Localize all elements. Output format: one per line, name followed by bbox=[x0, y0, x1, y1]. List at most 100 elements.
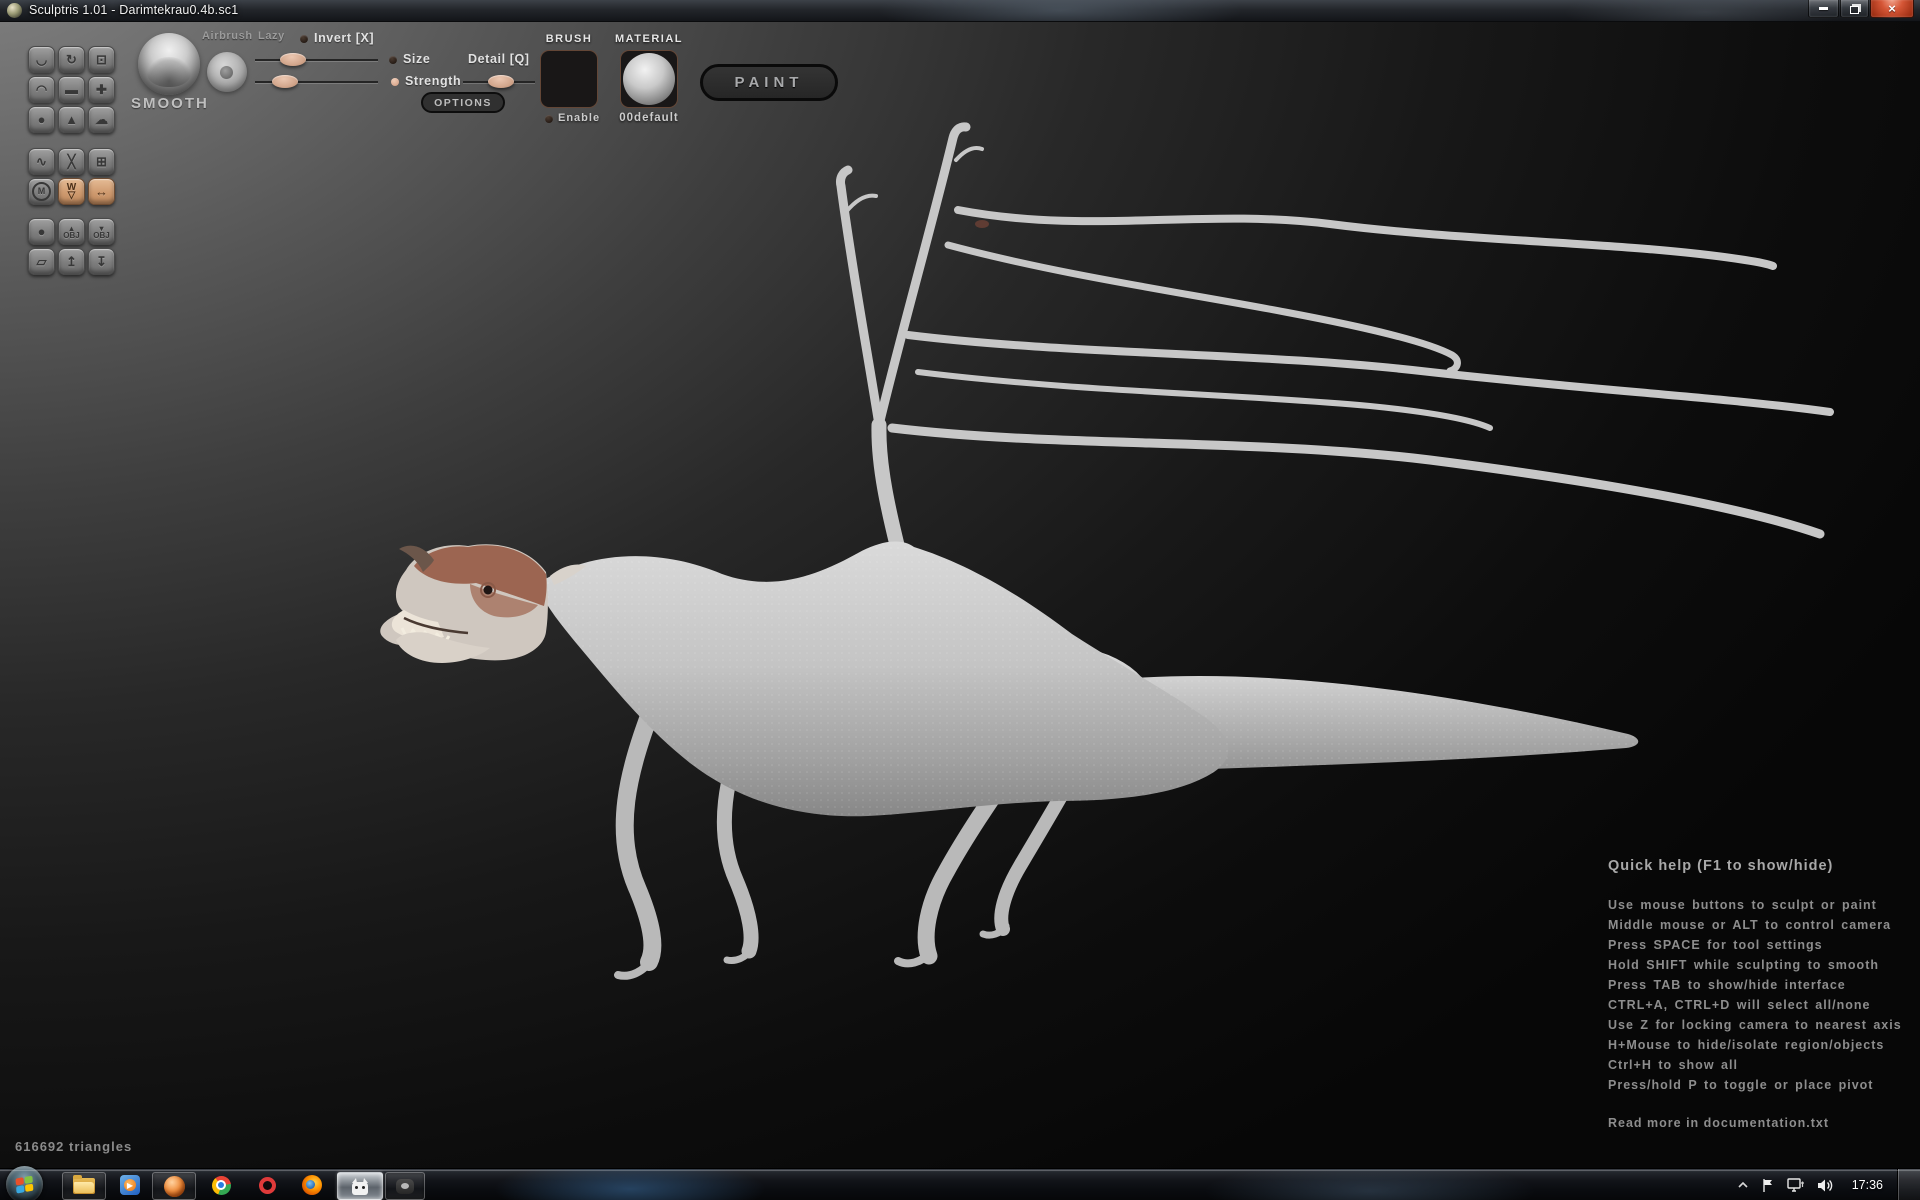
lazy-label: Lazy bbox=[258, 30, 285, 42]
quick-help-line: Hold SHIFT while sculpting to smooth bbox=[1608, 958, 1908, 978]
brush-enable-dot[interactable] bbox=[545, 115, 553, 123]
viewport-3d[interactable]: ◡↻⊡◠▬✚●▲☁∿╳⊞MW ▽↔●▴ OBJ▾ OBJ▱↥↧ SMOOTH A… bbox=[0, 0, 1920, 1200]
show-desktop-button[interactable] bbox=[1897, 1169, 1920, 1200]
detail-slider[interactable] bbox=[463, 75, 535, 88]
triangle-count: 616692 triangles bbox=[15, 1139, 132, 1154]
wireframe-icon: W ▽ bbox=[67, 184, 76, 200]
paint-mode-button[interactable]: PAINT bbox=[700, 64, 838, 101]
reduce-brush-button[interactable]: ∿ bbox=[28, 148, 55, 175]
import-obj-button[interactable]: ▾ OBJ bbox=[88, 218, 115, 245]
minimize-icon bbox=[1819, 7, 1828, 10]
mask-button[interactable]: M bbox=[28, 178, 55, 205]
rotate-button[interactable]: ↻ bbox=[58, 46, 85, 73]
taskbar-firefox-button[interactable] bbox=[294, 1172, 330, 1198]
windows-logo-icon bbox=[15, 1175, 34, 1194]
options-button[interactable]: OPTIONS bbox=[421, 92, 505, 113]
system-tray: 17:36 bbox=[1731, 1169, 1920, 1200]
grab-button[interactable]: ✚ bbox=[88, 76, 115, 103]
flatten-icon: ▬ bbox=[65, 82, 78, 97]
dark-creature-icon bbox=[396, 1179, 414, 1194]
creature-tail bbox=[1128, 676, 1638, 772]
taskbar: ▶ bbox=[0, 1168, 1920, 1200]
restore-button[interactable] bbox=[1840, 0, 1869, 18]
draw-button[interactable]: ◠ bbox=[28, 76, 55, 103]
volume-icon[interactable] bbox=[1817, 1178, 1834, 1193]
taskbar-explorer-button[interactable] bbox=[62, 1172, 106, 1200]
taskbar-media-player-button[interactable]: ▶ bbox=[112, 1172, 148, 1198]
new-plane-button[interactable]: ▱ bbox=[28, 248, 55, 275]
minimize-button[interactable] bbox=[1808, 0, 1839, 18]
material-name: 00default bbox=[614, 112, 684, 124]
start-button[interactable] bbox=[6, 1166, 43, 1200]
reduce-selected-button[interactable]: ╳ bbox=[58, 148, 85, 175]
subdivide-all-button[interactable]: ⊞ bbox=[88, 148, 115, 175]
app-icon bbox=[7, 3, 22, 18]
material-slot[interactable] bbox=[620, 50, 678, 108]
pinch-icon: ▲ bbox=[65, 112, 78, 127]
wireframe-button[interactable]: W ▽ bbox=[58, 178, 85, 205]
brush-panel-title: BRUSH bbox=[540, 33, 598, 45]
taskbar-chrome-button[interactable] bbox=[203, 1172, 239, 1198]
save-button[interactable]: ↥ bbox=[58, 248, 85, 275]
close-icon: × bbox=[1888, 2, 1896, 15]
smooth-button[interactable]: ☁ bbox=[88, 106, 115, 133]
tendrils bbox=[840, 127, 1830, 565]
quick-help-line: Use mouse buttons to sculpt or paint bbox=[1608, 898, 1908, 918]
grab-icon: ✚ bbox=[96, 82, 107, 98]
size-slider[interactable] bbox=[255, 53, 378, 66]
export-obj-button[interactable]: ▴ OBJ bbox=[58, 218, 85, 245]
close-button[interactable]: × bbox=[1870, 0, 1914, 18]
rotate-icon: ↻ bbox=[66, 52, 77, 68]
restore-icon bbox=[1850, 6, 1859, 14]
inflate-button[interactable]: ● bbox=[28, 106, 55, 133]
invert-label: Invert [X] bbox=[314, 31, 374, 45]
taskbar-sculptris-app-button[interactable] bbox=[337, 1172, 383, 1200]
creature-eye bbox=[484, 586, 493, 595]
size-slider-knob[interactable] bbox=[280, 53, 306, 66]
reduce-brush-icon: ∿ bbox=[36, 154, 47, 170]
current-tool-label: SMOOTH bbox=[131, 95, 207, 112]
brush-enable-label: Enable bbox=[558, 112, 600, 124]
invert-toggle-dot[interactable] bbox=[300, 35, 308, 43]
size-dot[interactable] bbox=[389, 56, 397, 64]
symmetry-button[interactable]: ↔ bbox=[88, 178, 115, 205]
taskbar-clock[interactable]: 17:36 bbox=[1852, 1178, 1883, 1192]
opera-icon bbox=[259, 1177, 276, 1194]
taskbar-opera-button[interactable] bbox=[249, 1172, 285, 1198]
media-player-icon: ▶ bbox=[120, 1175, 140, 1195]
flatten-button[interactable]: ▬ bbox=[58, 76, 85, 103]
draw-icon: ◠ bbox=[36, 82, 47, 98]
chrome-icon bbox=[212, 1176, 231, 1195]
symmetry-icon: ↔ bbox=[95, 184, 108, 199]
action-center-flag-icon[interactable] bbox=[1761, 1178, 1775, 1193]
sculptris-cat-icon bbox=[352, 1182, 368, 1195]
open-button[interactable]: ↧ bbox=[88, 248, 115, 275]
taskbar-orange-ball-app-button[interactable] bbox=[152, 1172, 196, 1200]
quick-help-line: Ctrl+H to show all bbox=[1608, 1058, 1908, 1078]
window-title: Sculptris 1.01 - Darimtekrau0.4b.sc1 bbox=[29, 3, 238, 17]
quick-help-lines: Use mouse buttons to sculpt or paintMidd… bbox=[1608, 898, 1908, 1098]
network-icon[interactable] bbox=[1787, 1178, 1805, 1193]
strength-dot[interactable] bbox=[391, 78, 399, 86]
reduce-selected-icon: ╳ bbox=[68, 154, 76, 170]
strength-slider-knob[interactable] bbox=[272, 75, 298, 88]
show-hidden-icons-chevron[interactable] bbox=[1737, 1181, 1749, 1189]
new-plane-icon: ▱ bbox=[37, 254, 47, 270]
size-slider-track[interactable] bbox=[255, 59, 378, 61]
detail-slider-knob[interactable] bbox=[488, 75, 514, 88]
strength-slider[interactable] bbox=[255, 75, 378, 88]
smooth-icon: ☁ bbox=[95, 112, 108, 128]
size-label: Size bbox=[403, 52, 430, 66]
scale-icon: ⊡ bbox=[96, 52, 107, 68]
airbrush-label: Airbrush bbox=[202, 30, 253, 42]
titlebar[interactable]: Sculptris 1.01 - Darimtekrau0.4b.sc1 × bbox=[0, 0, 1920, 22]
brush-preview-ball[interactable] bbox=[138, 33, 200, 95]
crease-button[interactable]: ◡ bbox=[28, 46, 55, 73]
brush-texture-slot[interactable] bbox=[540, 50, 598, 108]
new-sphere-button[interactable]: ● bbox=[28, 218, 55, 245]
pinch-button[interactable]: ▲ bbox=[58, 106, 85, 133]
quick-help-line: CTRL+A, CTRL+D will select all/none bbox=[1608, 998, 1908, 1018]
taskbar-dark-creature-app-button[interactable] bbox=[385, 1172, 425, 1200]
airbrush-toggle-ball[interactable] bbox=[207, 52, 247, 92]
scale-button[interactable]: ⊡ bbox=[88, 46, 115, 73]
